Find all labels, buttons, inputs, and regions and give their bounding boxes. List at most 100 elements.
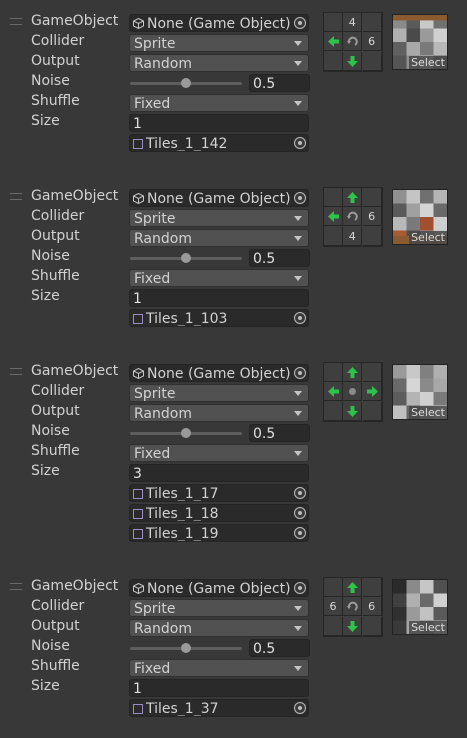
noise-value-field[interactable]: 0.5: [249, 639, 310, 657]
noise-value-field[interactable]: 0.5: [249, 424, 310, 442]
output-dropdown[interactable]: Random: [129, 619, 309, 637]
size-field[interactable]: 3: [129, 464, 309, 482]
object-picker-icon[interactable]: [294, 137, 306, 149]
neighbor-cell-t[interactable]: [343, 578, 363, 597]
neighbor-cell-br[interactable]: [362, 616, 382, 636]
output-dropdown[interactable]: Random: [129, 54, 309, 72]
sprite-preview[interactable]: Select: [392, 14, 448, 70]
collider-dropdown[interactable]: Sprite: [129, 384, 309, 402]
neighbor-cell-r[interactable]: 6: [362, 32, 382, 52]
neighbor-cell-bl[interactable]: [324, 401, 343, 421]
neighbor-cell-tr[interactable]: [362, 13, 382, 32]
neighbor-cell-br[interactable]: [362, 401, 382, 421]
gameobject-field[interactable]: None (Game Object): [129, 189, 309, 207]
sprite-field[interactable]: Tiles_1_142: [129, 134, 309, 152]
chevron-down-icon: [294, 101, 302, 106]
size-field[interactable]: 1: [129, 114, 309, 132]
collider-dropdown[interactable]: Sprite: [129, 599, 309, 617]
neighbor-cell-bl[interactable]: [324, 226, 343, 246]
noise-slider-thumb[interactable]: [181, 253, 191, 263]
sprite-field[interactable]: Tiles_1_19: [129, 524, 309, 542]
neighbor-cell-tl[interactable]: [324, 363, 343, 382]
object-picker-icon[interactable]: [294, 702, 306, 714]
neighbor-cell-tr[interactable]: [362, 363, 382, 382]
noise-value-field[interactable]: 0.5: [249, 249, 310, 267]
shuffle-dropdown[interactable]: Fixed: [129, 269, 309, 287]
noise-slider-thumb[interactable]: [181, 78, 191, 88]
neighbor-cell-l[interactable]: [324, 207, 343, 227]
neighbor-cell-r[interactable]: 6: [362, 597, 382, 617]
neighbor-cell-tr[interactable]: [362, 578, 382, 597]
output-dropdown[interactable]: Random: [129, 229, 309, 247]
select-button[interactable]: Select: [409, 231, 447, 244]
sprite-field[interactable]: Tiles_1_18: [129, 504, 309, 522]
neighbor-cell-bl[interactable]: [324, 616, 343, 636]
neighbor-cell-tl[interactable]: [324, 188, 343, 207]
drag-handle[interactable]: [10, 368, 22, 375]
collider-dropdown[interactable]: Sprite: [129, 209, 309, 227]
neighbor-cell-br[interactable]: [362, 226, 382, 246]
neighbor-cell-t[interactable]: [343, 188, 363, 207]
sprite-field[interactable]: Tiles_1_37: [129, 699, 309, 717]
neighbor-grid[interactable]: 46: [323, 12, 383, 72]
object-picker-icon[interactable]: [294, 582, 306, 594]
shuffle-dropdown[interactable]: Fixed: [129, 444, 309, 462]
object-picker-icon[interactable]: [294, 527, 306, 539]
left-arrow-icon: [328, 211, 339, 223]
neighbor-cell-b[interactable]: [343, 51, 363, 71]
neighbor-cell-c[interactable]: [343, 597, 363, 617]
neighbor-grid[interactable]: 64: [323, 187, 383, 247]
sprite-field[interactable]: Tiles_1_103: [129, 309, 309, 327]
sprite-preview[interactable]: Select: [392, 189, 448, 245]
select-button[interactable]: Select: [409, 621, 447, 634]
object-picker-icon[interactable]: [294, 507, 306, 519]
sprite-preview[interactable]: Select: [392, 364, 448, 420]
object-picker-icon[interactable]: [294, 17, 306, 29]
neighbor-cell-br[interactable]: [362, 51, 382, 71]
neighbor-cell-c[interactable]: [343, 382, 363, 402]
sprite-preview[interactable]: Select: [392, 579, 448, 635]
gameobject-field[interactable]: None (Game Object): [129, 14, 309, 32]
object-picker-icon[interactable]: [294, 192, 306, 204]
neighbor-grid[interactable]: [323, 362, 383, 422]
neighbor-cell-tl[interactable]: [324, 578, 343, 597]
select-button[interactable]: Select: [409, 56, 447, 69]
gameobject-field[interactable]: None (Game Object): [129, 579, 309, 597]
output-dropdown[interactable]: Random: [129, 404, 309, 422]
neighbor-cell-c[interactable]: [343, 32, 363, 52]
size-field[interactable]: 1: [129, 289, 309, 307]
neighbor-cell-t[interactable]: 4: [343, 13, 363, 32]
noise-slider-thumb[interactable]: [181, 428, 191, 438]
neighbor-cell-bl[interactable]: [324, 51, 343, 71]
chevron-down-icon: [294, 216, 302, 221]
rotate-icon: [347, 212, 359, 222]
gameobject-field[interactable]: None (Game Object): [129, 364, 309, 382]
noise-value-field[interactable]: 0.5: [249, 74, 310, 92]
neighbor-cell-b[interactable]: [343, 401, 363, 421]
noise-slider-thumb[interactable]: [181, 643, 191, 653]
object-picker-icon[interactable]: [294, 367, 306, 379]
shuffle-dropdown[interactable]: Fixed: [129, 94, 309, 112]
shuffle-dropdown[interactable]: Fixed: [129, 659, 309, 677]
size-field[interactable]: 1: [129, 679, 309, 697]
neighbor-cell-tl[interactable]: [324, 13, 343, 32]
neighbor-cell-tr[interactable]: [362, 188, 382, 207]
neighbor-cell-c[interactable]: [343, 207, 363, 227]
drag-handle[interactable]: [10, 193, 22, 200]
neighbor-cell-b[interactable]: [343, 616, 363, 636]
neighbor-cell-l[interactable]: [324, 32, 343, 52]
drag-handle[interactable]: [10, 18, 22, 25]
sprite-field[interactable]: Tiles_1_17: [129, 484, 309, 502]
select-button[interactable]: Select: [409, 406, 447, 419]
collider-dropdown[interactable]: Sprite: [129, 34, 309, 52]
neighbor-grid[interactable]: 66: [323, 577, 383, 637]
object-picker-icon[interactable]: [294, 312, 306, 324]
neighbor-cell-l[interactable]: [324, 382, 343, 402]
drag-handle[interactable]: [10, 583, 22, 590]
neighbor-cell-b[interactable]: 4: [343, 226, 363, 246]
neighbor-cell-t[interactable]: [343, 363, 363, 382]
object-picker-icon[interactable]: [294, 487, 306, 499]
neighbor-cell-r[interactable]: 6: [362, 207, 382, 227]
neighbor-cell-r[interactable]: [362, 382, 382, 402]
neighbor-cell-l[interactable]: 6: [324, 597, 343, 617]
